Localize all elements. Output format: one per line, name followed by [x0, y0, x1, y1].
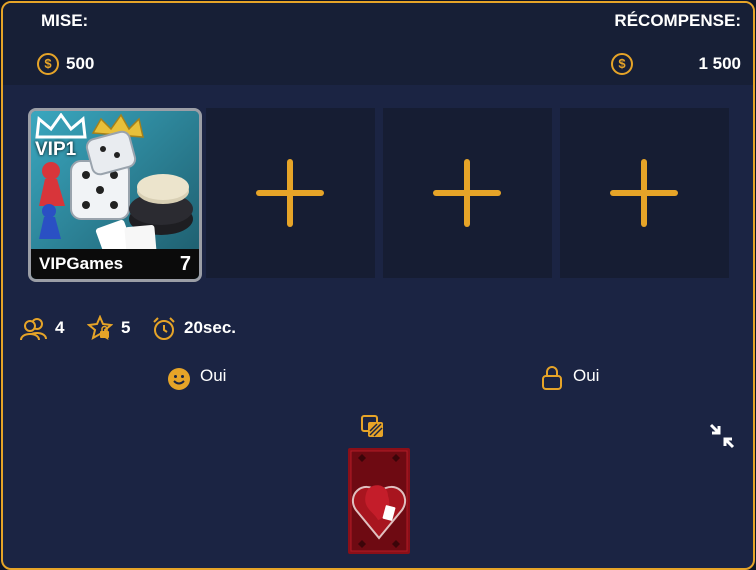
alarm-clock-icon — [151, 316, 177, 347]
private-option-value: Oui — [573, 366, 600, 385]
add-slot-3[interactable] — [560, 108, 729, 278]
game-count: 7 — [179, 253, 191, 275]
collapse-icon[interactable] — [707, 421, 737, 456]
level-value: 5 — [121, 318, 131, 337]
players-icon — [20, 317, 48, 346]
card-back-preview[interactable] — [348, 448, 410, 559]
coin-icon: $ — [37, 53, 59, 75]
timer-value: 20sec. — [184, 318, 236, 337]
lock-icon — [541, 365, 563, 396]
game-name: VIPGames — [39, 254, 124, 273]
coin-icon: $ — [611, 53, 633, 75]
game-settings-panel: MISE: RÉCOMPENSE: $ 500 $ 1 500 VIP1 VIP… — [1, 1, 755, 570]
reward-label: RÉCOMPENSE: — [614, 11, 741, 30]
header-bar: MISE: RÉCOMPENSE: $ 500 $ 1 500 — [3, 3, 753, 85]
smiley-icon — [167, 367, 191, 396]
bet-value: 500 — [66, 54, 95, 73]
star-lock-icon — [86, 314, 114, 346]
add-slot-2[interactable] — [383, 108, 552, 278]
game-name-bar: VIPGames 7 — [31, 249, 199, 279]
players-count: 4 — [55, 318, 65, 337]
emoji-option-value: Oui — [200, 366, 227, 385]
reward-value: 1 500 — [698, 54, 741, 73]
add-slot-1[interactable] — [206, 108, 375, 278]
vip-badge: VIP1 — [35, 139, 77, 160]
bet-label: MISE: — [41, 11, 89, 30]
card-back-switch-icon[interactable] — [360, 414, 386, 445]
game-card-vipgames[interactable]: VIP1 VIPGames 7 — [28, 108, 202, 282]
